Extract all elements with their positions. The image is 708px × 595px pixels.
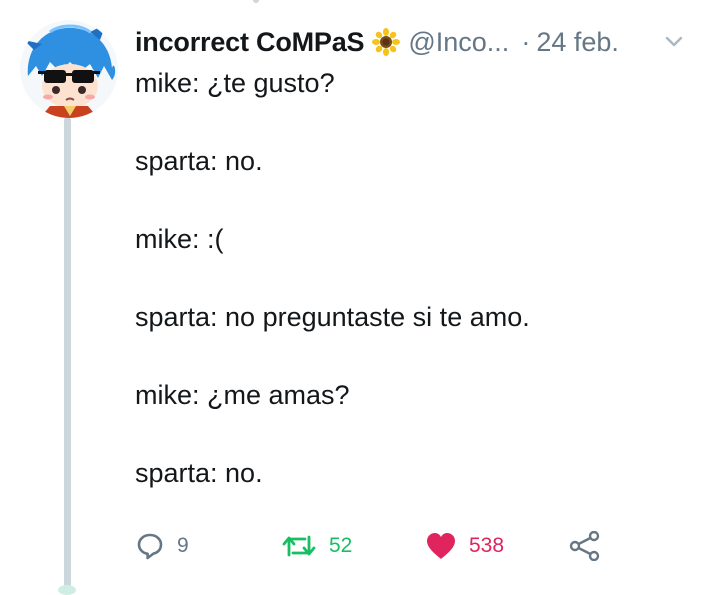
heart-icon — [427, 533, 455, 559]
tweet-text: mike: ¿te gusto? sparta: no. mike: :( sp… — [135, 64, 695, 492]
chevron-down-icon[interactable] — [664, 35, 684, 49]
retweet-button[interactable]: 52 — [281, 528, 352, 564]
avatar[interactable] — [20, 20, 118, 118]
reply-icon — [137, 533, 163, 560]
tweet-line: sparta: no. — [135, 458, 263, 488]
thread-connector-top — [253, 0, 259, 3]
tweet-line: sparta: no preguntaste si te amo. — [135, 302, 530, 332]
tweet-line: sparta: no. — [135, 146, 263, 176]
author-name[interactable]: incorrect CoMPaS — [135, 27, 365, 58]
meta-separator: · — [521, 26, 531, 57]
retweet-icon — [282, 535, 316, 557]
sunflower-icon — [372, 28, 401, 56]
reply-count: 9 — [177, 534, 189, 557]
author-handle[interactable]: @Inco... — [408, 27, 509, 58]
thread-connector-bottom — [58, 585, 76, 595]
tweet-line: mike: ¿te gusto? — [135, 68, 335, 98]
tweet-actions: 9 52 538 — [135, 528, 615, 564]
like-button[interactable]: 538 — [425, 528, 504, 564]
share-button[interactable] — [569, 528, 601, 564]
share-icon — [569, 531, 600, 561]
thread-line — [64, 118, 71, 590]
like-count: 538 — [469, 534, 505, 557]
tweet-line: mike: :( — [135, 224, 224, 254]
reply-button[interactable]: 9 — [135, 528, 189, 564]
tweet-line: mike: ¿me amas? — [135, 380, 350, 410]
tweet-header: incorrect CoMPaS @Inco... · 24 feb. — [135, 22, 688, 62]
retweet-count: 52 — [329, 534, 353, 557]
tweet-date[interactable]: 24 feb. — [536, 27, 619, 58]
